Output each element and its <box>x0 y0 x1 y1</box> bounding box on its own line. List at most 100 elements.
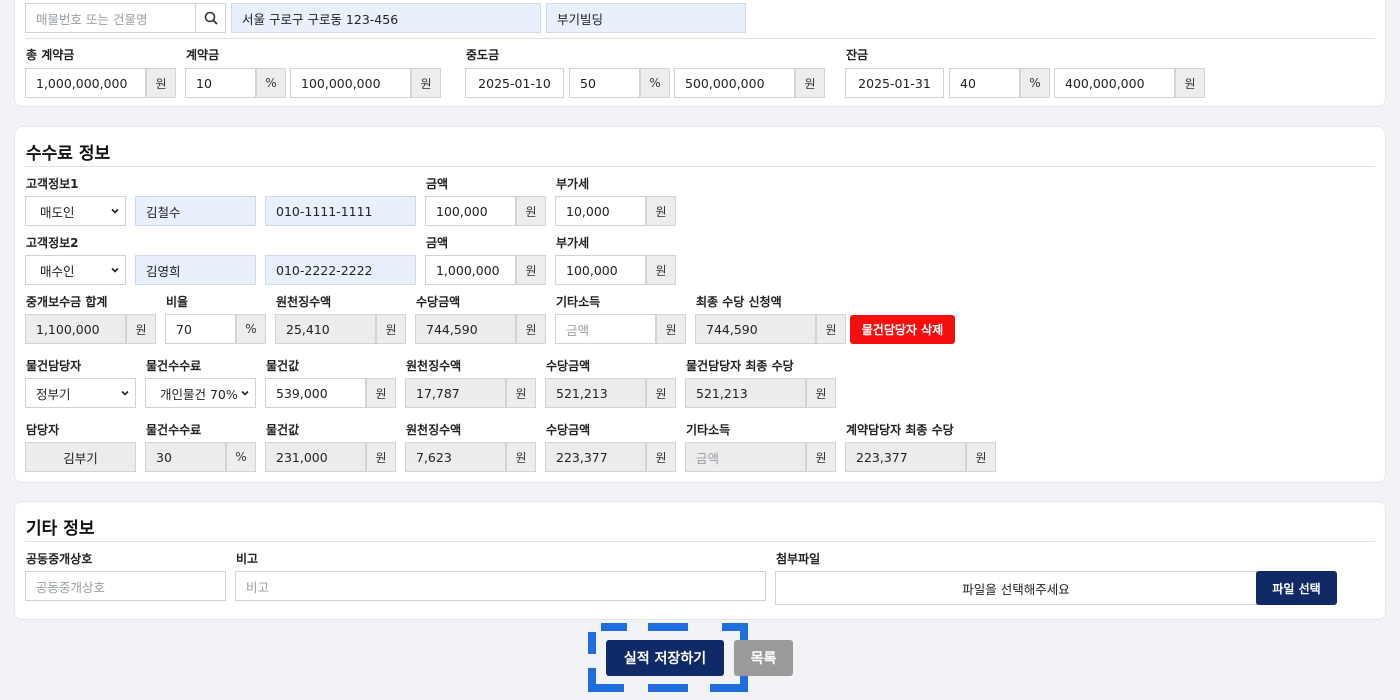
balance-amount-input[interactable]: 400,000,000 <box>1054 68 1175 98</box>
won-unit: 원 <box>646 378 676 408</box>
manager-field: 김부기 <box>25 442 136 472</box>
ratio-label: 비율 <box>166 295 189 309</box>
divider <box>25 166 1375 167</box>
pct-unit: % <box>1020 68 1050 98</box>
sum-field: 1,100,000 <box>25 314 126 344</box>
customer2-vat-input[interactable]: 100,000 <box>555 255 646 285</box>
balance-label: 잔금 <box>846 48 869 62</box>
property-price-label: 물건값 <box>266 359 300 373</box>
won-unit: 원 <box>146 68 176 98</box>
focus-highlight <box>588 684 624 692</box>
customer1-role-select[interactable]: 매도인 <box>25 196 126 226</box>
property-manager-select[interactable]: 정부기 <box>25 378 136 408</box>
pct-unit: % <box>236 314 266 344</box>
deposit-label: 계약금 <box>186 48 220 62</box>
manager-allowance-field: 223,377 <box>545 442 646 472</box>
allowance-label: 수당금액 <box>416 295 461 309</box>
chevron-down-icon <box>111 208 119 214</box>
manager-price-field: 231,000 <box>265 442 366 472</box>
manager-other-income-field: 금액 <box>685 442 806 472</box>
property-withhold-field: 17,787 <box>405 378 506 408</box>
property-final-label: 물건담당자 최종 수당 <box>686 359 794 373</box>
vat-label: 부가세 <box>556 236 590 250</box>
total-amount-input[interactable]: 1,000,000,000 <box>25 68 146 98</box>
customer2-name-field: 김영희 <box>135 255 256 285</box>
customer1-vat-input[interactable]: 10,000 <box>555 196 646 226</box>
final-allowance-label: 최종 수당 신청액 <box>696 295 782 309</box>
allowance-field: 744,590 <box>415 314 516 344</box>
manager-fee-field: 30 <box>145 442 226 472</box>
ratio-input[interactable]: 70 <box>165 314 236 344</box>
save-performance-button[interactable]: 실적 저장하기 <box>606 640 724 676</box>
won-unit: 원 <box>646 196 676 226</box>
won-unit: 원 <box>411 68 441 98</box>
won-unit: 원 <box>966 442 996 472</box>
other-income-label: 기타소득 <box>686 423 731 437</box>
section-title: 기타 정보 <box>26 519 95 539</box>
customer1-phone-field: 010-1111-1111 <box>265 196 416 226</box>
withhold-label: 원천징수액 <box>406 423 462 437</box>
customer1-label: 고객정보1 <box>26 177 79 191</box>
attachment-label: 첨부파일 <box>776 552 821 566</box>
fee-section: 수수료 정보 고객정보1 금액 부가세 매도인 김철수 010-1111-111… <box>14 126 1386 483</box>
middle-amount-input[interactable]: 500,000,000 <box>674 68 795 98</box>
memo-input[interactable]: 비고 <box>235 571 766 601</box>
middle-pct-input[interactable]: 50 <box>569 68 640 98</box>
divider <box>25 541 1375 542</box>
property-manager-label: 물건담당자 <box>26 359 82 373</box>
won-unit: 원 <box>656 314 686 344</box>
other-income-input[interactable]: 금액 <box>555 314 656 344</box>
won-unit: 원 <box>795 68 825 98</box>
contract-section: 매물번호 또는 건물명 서울 구로구 구로동 123-456 부기빌딩 총 계약… <box>14 0 1386 107</box>
section-title: 수수료 정보 <box>26 144 111 164</box>
memo-label: 비고 <box>236 552 259 566</box>
focus-highlight <box>648 623 688 631</box>
customer1-name-field: 김철수 <box>135 196 256 226</box>
allowance-label: 수당금액 <box>546 423 591 437</box>
won-unit: 원 <box>646 442 676 472</box>
list-button[interactable]: 목록 <box>734 640 793 676</box>
won-unit: 원 <box>376 314 406 344</box>
sum-label: 중개보수금 합계 <box>26 295 108 309</box>
deposit-pct-input[interactable]: 10 <box>185 68 256 98</box>
delete-property-manager-button[interactable]: 물건담당자 삭제 <box>850 315 955 344</box>
search-button[interactable] <box>196 3 226 33</box>
contract-final-field: 223,377 <box>845 442 966 472</box>
customer2-amount-input[interactable]: 1,000,000 <box>425 255 516 285</box>
focus-highlight <box>601 623 627 631</box>
manager-withhold-field: 7,623 <box>405 442 506 472</box>
property-fee-label: 물건수수료 <box>146 423 202 437</box>
won-unit: 원 <box>506 442 536 472</box>
select-value: 정부기 <box>36 386 71 402</box>
property-price-label: 물건값 <box>266 423 300 437</box>
address-field: 서울 구로구 구로동 123-456 <box>231 3 541 33</box>
property-price-input[interactable]: 539,000 <box>265 378 366 408</box>
deposit-amount-input[interactable]: 100,000,000 <box>290 68 411 98</box>
customer1-amount-input[interactable]: 100,000 <box>425 196 516 226</box>
pct-unit: % <box>640 68 670 98</box>
won-unit: 원 <box>646 255 676 285</box>
property-fee-select[interactable]: 개인물건 70% <box>145 378 256 408</box>
property-final-field: 521,213 <box>685 378 806 408</box>
property-search-input[interactable]: 매물번호 또는 건물명 <box>25 3 196 33</box>
won-unit: 원 <box>806 378 836 408</box>
balance-pct-input[interactable]: 40 <box>949 68 1020 98</box>
withhold-label: 원천징수액 <box>406 359 462 373</box>
final-allowance-field: 744,590 <box>695 314 816 344</box>
middle-date-input[interactable]: 2025-01-10 <box>465 68 564 98</box>
file-select-button[interactable]: 파일 선택 <box>1256 571 1337 605</box>
customer2-role-select[interactable]: 매수인 <box>25 255 126 285</box>
total-label: 총 계약금 <box>26 48 75 62</box>
file-name-field: 파일을 선택해주세요 <box>775 571 1257 605</box>
balance-date-input[interactable]: 2025-01-31 <box>845 68 944 98</box>
won-unit: 원 <box>806 442 836 472</box>
other-income-label: 기타소득 <box>556 295 601 309</box>
won-unit: 원 <box>516 196 546 226</box>
middle-label: 중도금 <box>466 48 500 62</box>
won-unit: 원 <box>1175 68 1205 98</box>
chevron-down-icon <box>111 267 119 273</box>
customer2-phone-field: 010-2222-2222 <box>265 255 416 285</box>
joint-broker-input[interactable]: 공동중개상호 <box>25 571 226 601</box>
won-unit: 원 <box>516 255 546 285</box>
select-value: 개인물건 70% <box>160 386 238 402</box>
